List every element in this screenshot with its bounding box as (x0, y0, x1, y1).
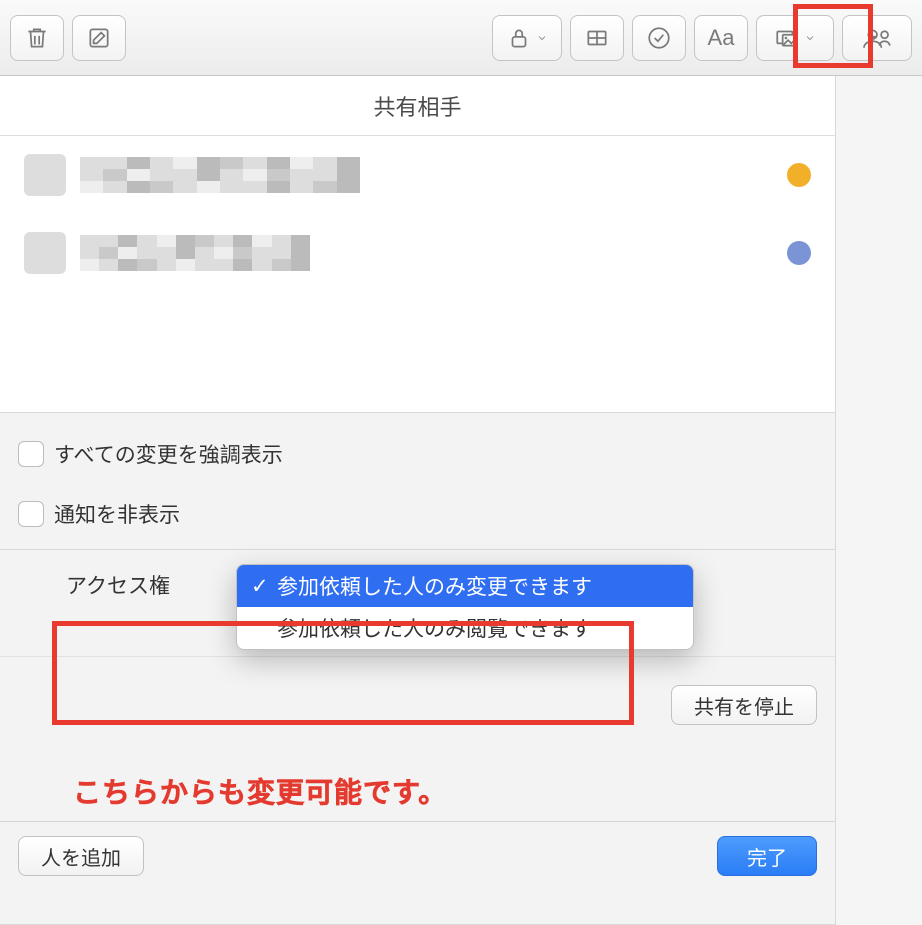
stop-sharing-button[interactable]: 共有を停止 (671, 685, 817, 725)
chevron-down-icon (536, 32, 548, 44)
hide-notifications-option[interactable]: 通知を非表示 (18, 499, 817, 529)
dropdown-item[interactable]: 参加依頼した人のみ閲覧できます (237, 607, 693, 649)
chevron-down-icon (804, 32, 816, 44)
access-area: アクセス権 ✓ 参加依頼した人のみ変更できます 参加依頼した人のみ閲覧できます … (0, 549, 835, 898)
compose-button[interactable] (72, 15, 126, 61)
share-button[interactable] (842, 15, 912, 61)
participant-name-redacted (80, 157, 360, 193)
status-dot-user (787, 241, 811, 265)
access-label: アクセス権 (66, 570, 170, 600)
checkbox[interactable] (18, 441, 44, 467)
trash-button[interactable] (10, 15, 64, 61)
dropdown-item-label: 参加依頼した人のみ変更できます (277, 571, 592, 601)
done-button[interactable]: 完了 (717, 836, 817, 876)
participant-name-redacted (80, 235, 310, 271)
checkbox[interactable] (18, 501, 44, 527)
dropdown-item-selected[interactable]: ✓ 参加依頼した人のみ変更できます (237, 565, 693, 607)
participants-list (0, 136, 835, 412)
compose-icon (86, 25, 112, 51)
action-bar: 共有を停止 (0, 656, 835, 731)
panel-title: 共有相手 (0, 76, 835, 136)
lock-button[interactable] (492, 15, 562, 61)
option-label: 通知を非表示 (54, 499, 180, 529)
share-panel: 共有相手 すべての変更を強調表示 (0, 76, 836, 925)
share-icon (860, 25, 894, 51)
avatar (24, 232, 66, 274)
access-dropdown[interactable]: ✓ 参加依頼した人のみ変更できます 参加依頼した人のみ閲覧できます (236, 564, 694, 650)
options-section: すべての変更を強調表示 通知を非表示 アクセス権 ✓ 参加依頼した人のみ変更でき… (0, 412, 835, 924)
option-label: すべての変更を強調表示 (54, 439, 283, 469)
checkmark-icon: ✓ (251, 574, 269, 599)
media-icon (774, 25, 800, 51)
participant-row[interactable] (0, 136, 835, 214)
participant-row[interactable] (0, 214, 835, 292)
footer: 人を追加 完了 (0, 821, 835, 898)
trash-icon (24, 25, 50, 51)
dropdown-item-label: 参加依頼した人のみ閲覧できます (277, 613, 592, 643)
toolbar: Aa (0, 0, 922, 76)
media-button[interactable] (756, 15, 834, 61)
table-button[interactable] (570, 15, 624, 61)
add-person-button[interactable]: 人を追加 (18, 836, 144, 876)
annotation-text: こちらからも変更可能です。 (18, 771, 817, 811)
lock-icon (506, 25, 532, 51)
status-dot-owner (787, 163, 811, 187)
format-button[interactable]: Aa (694, 15, 748, 61)
checklist-button[interactable] (632, 15, 686, 61)
format-text-icon: Aa (708, 25, 735, 51)
avatar (24, 154, 66, 196)
check-circle-icon (646, 25, 672, 51)
table-icon (584, 25, 610, 51)
highlight-changes-option[interactable]: すべての変更を強調表示 (18, 439, 817, 469)
